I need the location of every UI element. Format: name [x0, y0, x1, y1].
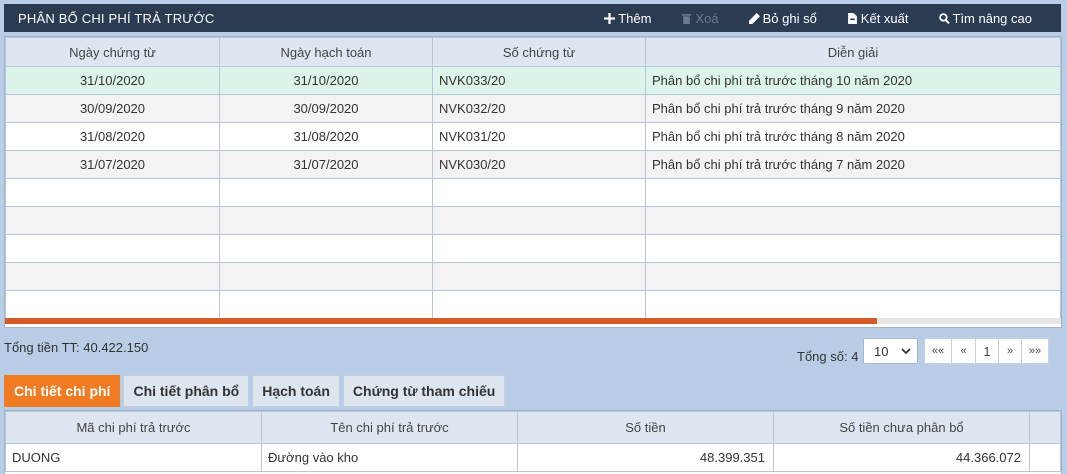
detail-grid: Mã chi phí trả trước Tên chi phí trả trư…	[4, 410, 1062, 474]
voucher-date-cell: 31/07/2020	[5, 150, 220, 179]
export-button[interactable]: Kết xuất	[832, 4, 924, 32]
column-header[interactable]: Ngày hạch toán	[219, 37, 433, 67]
posting-date-cell: 31/08/2020	[219, 122, 433, 151]
add-button[interactable]: Thêm	[589, 4, 666, 32]
posting-date-cell: 31/10/2020	[219, 66, 433, 95]
empty-row	[5, 206, 1061, 235]
detail-tabs: Chi tiết chi phí Chi tiết phân bổ Hạch t…	[4, 375, 506, 407]
table-row[interactable]: 31/08/2020 31/08/2020 NVK031/20 Phân bổ …	[5, 122, 1061, 151]
amount-cell: 48.399.351	[517, 443, 774, 472]
record-count: Tổng số: 4	[797, 349, 859, 364]
last-page-button[interactable]: »»	[1021, 338, 1049, 364]
tab-allocation-detail[interactable]: Chi tiết phân bổ	[123, 375, 250, 407]
cost-code-cell: DUONG	[5, 443, 262, 472]
tab-cost-detail[interactable]: Chi tiết chi phí	[4, 375, 121, 407]
pencil-icon	[748, 12, 760, 24]
voucher-date-cell: 31/08/2020	[5, 122, 220, 151]
table-row[interactable]: 30/09/2020 30/09/2020 NVK032/20 Phân bổ …	[5, 94, 1061, 123]
tab-reference-documents[interactable]: Chứng từ tham chiếu	[342, 375, 506, 407]
page-size-select[interactable]: 10	[863, 338, 918, 364]
voucher-number-cell: NVK032/20	[432, 94, 646, 123]
table-row[interactable]: DUONG Đường vào kho 48.399.351 44.366.07…	[5, 443, 1061, 472]
search-icon	[938, 12, 950, 24]
delete-button[interactable]: Xoá	[666, 4, 733, 32]
file-export-icon	[847, 12, 857, 24]
table-row[interactable]: 31/10/2020 31/10/2020 NVK033/20 Phân bổ …	[5, 66, 1061, 95]
unallocated-amount-cell: 44.366.072	[773, 443, 1030, 472]
column-header[interactable]: Số chứng từ	[432, 37, 646, 67]
trash-icon	[682, 13, 692, 24]
posting-date-cell: 30/09/2020	[219, 94, 433, 123]
voucher-number-cell: NVK030/20	[432, 150, 646, 179]
voucher-date-cell: 31/10/2020	[5, 66, 220, 95]
column-header[interactable]: Tên chi phí trả trước	[261, 411, 518, 444]
column-header[interactable]: Số tiền chưa phân bổ	[773, 411, 1030, 444]
add-button-label: Thêm	[618, 10, 652, 26]
posting-date-cell: 31/07/2020	[219, 150, 433, 179]
column-header[interactable]: Diễn giải	[645, 37, 1061, 67]
total-amount: Tổng tiền TT: 40.422.150	[4, 340, 149, 355]
unpost-button-label: Bỏ ghi sổ	[762, 10, 817, 26]
page-size-value: 10	[874, 343, 889, 359]
description-cell: Phân bổ chi phí trả trước tháng 8 năm 20…	[645, 122, 1061, 151]
toolbar: Thêm Xoá Bỏ ghi sổ Kết xuất Tìm nâng cao	[589, 4, 1061, 32]
export-button-label: Kết xuất	[860, 10, 909, 26]
scrollbar-thumb[interactable]	[5, 318, 878, 324]
cost-name-cell: Đường vào kho	[261, 443, 518, 472]
prev-page-button[interactable]: «	[951, 338, 976, 364]
page-number-button[interactable]: 1	[975, 338, 999, 364]
voucher-number-cell: NVK033/20	[432, 66, 646, 95]
voucher-grid-header: Ngày chứng từ Ngày hạch toán Số chứng từ…	[5, 37, 1061, 67]
pagination: «« « 1 » »»	[924, 338, 1049, 364]
advanced-search-button[interactable]: Tìm nâng cao	[924, 4, 1048, 32]
column-header-spacer	[1029, 411, 1061, 444]
title-bar: PHÂN BỔ CHI PHÍ TRẢ TRƯỚC Thêm Xoá Bỏ gh…	[4, 4, 1061, 32]
description-cell: Phân bổ chi phí trả trước tháng 9 năm 20…	[645, 94, 1061, 123]
next-page-button[interactable]: »	[998, 338, 1022, 364]
page-title: PHÂN BỔ CHI PHÍ TRẢ TRƯỚC	[18, 10, 215, 26]
horizontal-scrollbar[interactable]	[5, 318, 1061, 324]
advanced-search-label: Tìm nâng cao	[952, 10, 1033, 26]
voucher-date-cell: 30/09/2020	[5, 94, 220, 123]
plus-icon	[604, 12, 616, 24]
table-row[interactable]: 31/07/2020 31/07/2020 NVK030/20 Phân bổ …	[5, 150, 1061, 179]
delete-button-label: Xoá	[695, 10, 719, 26]
unpost-button[interactable]: Bỏ ghi sổ	[734, 4, 832, 32]
chevron-down-icon	[901, 348, 911, 355]
empty-row	[5, 178, 1061, 207]
empty-row	[5, 290, 1061, 319]
tab-accounting[interactable]: Hạch toán	[252, 375, 340, 407]
column-header[interactable]: Số tiền	[517, 411, 774, 444]
column-header[interactable]: Mã chi phí trả trước	[5, 411, 262, 444]
voucher-number-cell: NVK031/20	[432, 122, 646, 151]
empty-row	[5, 262, 1061, 291]
description-cell: Phân bổ chi phí trả trước tháng 7 năm 20…	[645, 150, 1061, 179]
voucher-grid: Ngày chứng từ Ngày hạch toán Số chứng từ…	[4, 36, 1062, 328]
detail-grid-header: Mã chi phí trả trước Tên chi phí trả trư…	[5, 411, 1061, 444]
empty-row	[5, 234, 1061, 263]
first-page-button[interactable]: ««	[924, 338, 952, 364]
description-cell: Phân bổ chi phí trả trước tháng 10 năm 2…	[645, 66, 1061, 95]
column-header[interactable]: Ngày chứng từ	[5, 37, 220, 67]
